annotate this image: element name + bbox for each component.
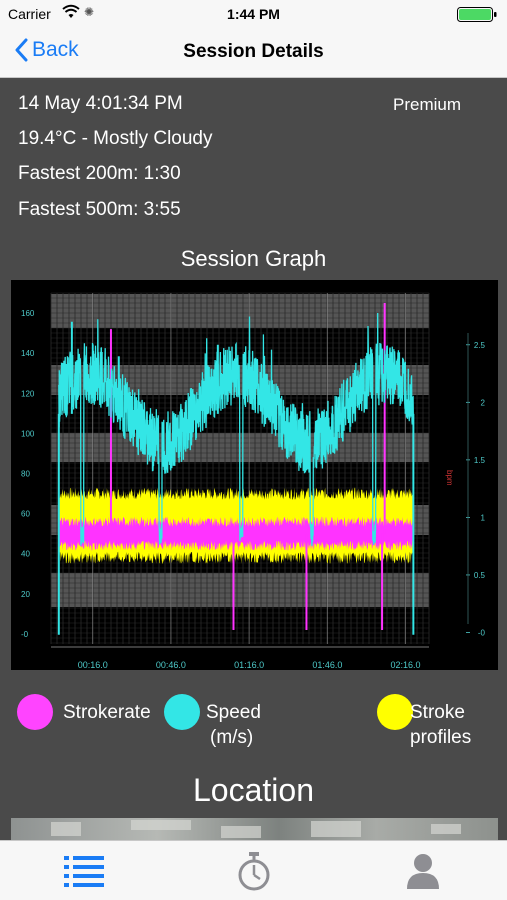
legend-dot-strokerate xyxy=(17,694,53,730)
session-weather: 19.4°C - Mostly Cloudy xyxy=(18,128,213,149)
status-time: 1:44 PM xyxy=(227,6,280,22)
x-tick-label: 01:16.0 xyxy=(234,660,264,670)
left-tick-label: -0 xyxy=(21,630,29,639)
session-chart[interactable]: -0 20 40 60 80 100 120 140 160 -0 0.5 1 1.5 2 2.5 bpm 00… xyxy=(11,280,498,670)
left-tick-label: 80 xyxy=(21,470,30,479)
right-tick-label: 2 xyxy=(481,398,486,407)
legend-label-stroke: Stroke xyxy=(410,702,465,723)
premium-badge: Premium xyxy=(392,95,461,114)
x-tick-label: 02:16.0 xyxy=(391,660,421,670)
x-tick-label: 00:16.0 xyxy=(78,660,108,670)
tab-timer[interactable] xyxy=(229,849,279,893)
left-tick-label: 160 xyxy=(21,309,35,318)
left-tick-label: 120 xyxy=(21,389,35,398)
x-tick-label: 01:46.0 xyxy=(312,660,342,670)
right-tick-label: -0 xyxy=(478,628,486,637)
left-tick-label: 20 xyxy=(21,590,30,599)
right-tick-label: 2.5 xyxy=(474,341,486,350)
legend-label-profiles: profiles xyxy=(410,727,472,748)
fastest-200m: Fastest 200m: 1:30 xyxy=(18,163,181,184)
status-bar: Carrier ✺ 1:44 PM xyxy=(0,0,507,28)
legend-label-strokerate: Strokerate xyxy=(63,702,151,723)
right-tick-label: 1 xyxy=(481,513,486,522)
list-icon xyxy=(64,856,104,887)
legend-dot-stroke-profiles xyxy=(377,694,413,730)
left-tick-label: 40 xyxy=(21,550,30,559)
left-tick-label: 140 xyxy=(21,349,35,358)
legend-speed: Speed (m/s) xyxy=(164,694,261,750)
graph-title: Session Graph xyxy=(180,246,327,271)
navigation-bar: Back Session Details xyxy=(0,28,507,78)
profile-icon xyxy=(407,854,439,889)
right-tick-label: 1.5 xyxy=(474,456,486,465)
tab-bar xyxy=(0,840,507,900)
left-tick-label: 60 xyxy=(21,510,30,519)
legend-dot-speed xyxy=(164,694,200,730)
x-tick-label: 00:46.0 xyxy=(156,660,186,670)
right-axis-label: bpm xyxy=(445,470,454,486)
session-chart-svg: -0 20 40 60 80 100 120 140 160 -0 0.5 1 1.5 2 2.5 bpm 00… xyxy=(21,292,486,670)
location-title: Location xyxy=(193,772,314,808)
legend-strokerate: Strokerate xyxy=(17,694,151,730)
tab-profile[interactable] xyxy=(398,849,448,893)
legend-label-speed-unit: (m/s) xyxy=(210,727,254,748)
left-tick-label: 100 xyxy=(21,429,35,438)
stopwatch-icon xyxy=(238,852,270,891)
legend-label-speed: Speed xyxy=(206,702,261,723)
page-title: Session Details xyxy=(183,41,324,62)
tab-sessions[interactable] xyxy=(59,849,109,893)
right-tick-label: 0.5 xyxy=(474,571,486,580)
session-datetime: 14 May 4:01:34 PM xyxy=(18,93,183,114)
legend-stroke-profiles: Stroke profiles xyxy=(377,694,471,750)
battery-icon xyxy=(457,7,497,22)
fastest-500m: Fastest 500m: 3:55 xyxy=(18,199,181,220)
